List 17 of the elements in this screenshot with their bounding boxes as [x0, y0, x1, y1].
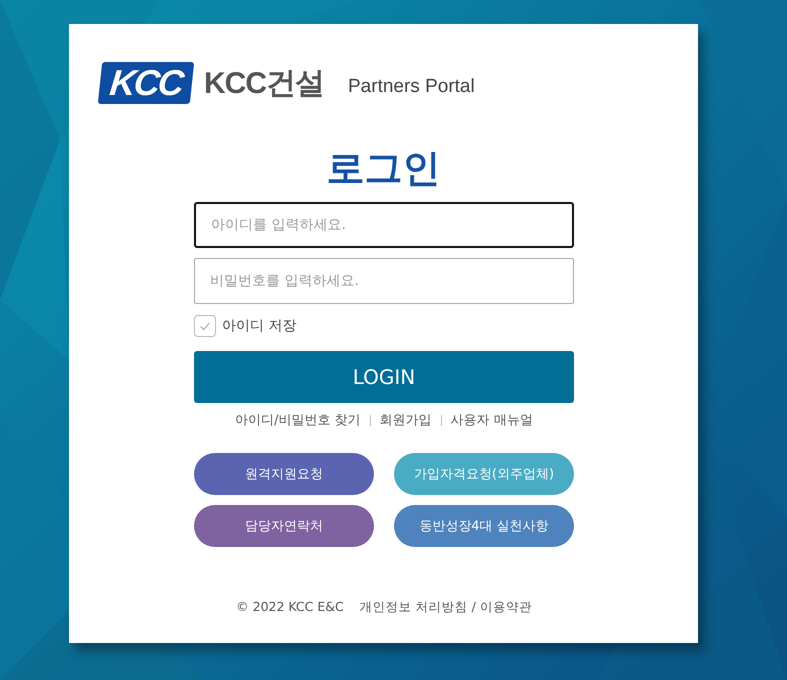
action-button[interactable]: 원격지원요청 [194, 453, 374, 495]
account-link[interactable]: 사용자 매뉴얼 [450, 411, 533, 429]
account-link[interactable]: 아이디/비밀번호 찾기 [235, 411, 361, 429]
login-title: 로그인 [326, 146, 442, 190]
input-field[interactable]: 아이디를 입력하세요. [194, 202, 574, 248]
action-button[interactable]: 담당자연락처 [194, 505, 374, 547]
action-button[interactable]: 동반성장4대 실천사항 [394, 505, 574, 547]
portal-subtitle: Partners Portal [348, 76, 475, 98]
remember-label: 아이디 저장 [222, 317, 296, 335]
remember-checkbox[interactable] [194, 315, 216, 337]
logo-wordmark: KCC건설 [204, 66, 324, 102]
login-button[interactable]: LOGIN [194, 351, 574, 403]
input-field[interactable]: 비밀번호를 입력하세요. [194, 258, 574, 304]
account-link[interactable]: 회원가입 [380, 411, 432, 429]
policy-link[interactable]: 개인정보 처리방침 / 이용약관 [360, 599, 532, 616]
logo-badge: KCC [98, 62, 194, 104]
copyright-text: © 2022 KCC E&C [236, 599, 344, 616]
